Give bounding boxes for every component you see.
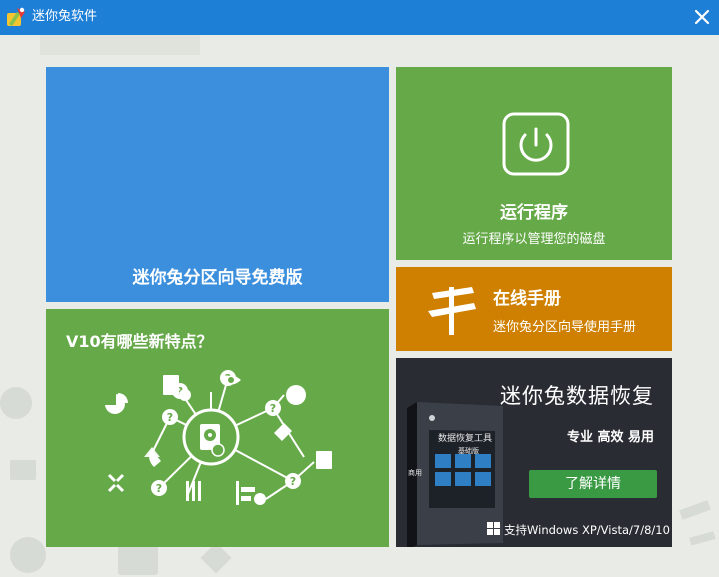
svg-text:?: ?	[270, 402, 276, 415]
app-window: 迷你兔软件 迷你兔分区向导免费版 V10有哪些新特点？ ? ? ? ? ? 运行…	[0, 0, 719, 577]
svg-text:?: ?	[290, 475, 296, 488]
pie-small-icon	[286, 385, 306, 405]
close-icon	[694, 9, 710, 25]
partition-wizard-title: 迷你兔分区向导免费版	[132, 268, 303, 288]
run-program-subtitle: 运行程序以管理您的磁盘	[462, 232, 606, 247]
signpost-icon	[428, 287, 476, 335]
app-logo-icon	[7, 7, 25, 26]
power-icon	[502, 112, 570, 176]
box-edition: 基础版	[458, 447, 479, 455]
box-side-label: 商用	[408, 469, 422, 477]
close-button[interactable]	[685, 0, 719, 35]
partition-wizard-tile[interactable]: 迷你兔分区向导免费版	[46, 67, 389, 302]
windows-logo-icon	[487, 522, 500, 535]
document-icon	[163, 375, 179, 395]
window-title: 迷你兔软件	[32, 9, 98, 24]
online-manual-title: 在线手册	[493, 289, 561, 309]
os-support-text: 支持Windows XP/Vista/7/8/10	[504, 523, 670, 537]
shrink-icon	[107, 473, 125, 493]
new-features-tile[interactable]: V10有哪些新特点？ ? ? ? ? ?	[46, 309, 389, 547]
run-program-tile[interactable]: 运行程序 运行程序以管理您的磁盘	[396, 67, 672, 260]
card-icon	[316, 451, 332, 469]
gantt-icon	[236, 481, 239, 505]
online-manual-subtitle: 迷你兔分区向导使用手册	[493, 320, 637, 335]
svg-text:?: ?	[167, 411, 173, 424]
run-program-title: 运行程序	[500, 203, 568, 223]
learn-more-button[interactable]: 了解详情	[529, 470, 657, 498]
sliders-icon	[186, 481, 189, 501]
box-label: 数据恢复工具	[438, 434, 493, 444]
promo-title: 迷你兔数据恢复	[500, 384, 654, 408]
promo-tags: 专业 高效 易用	[567, 430, 655, 445]
feature-diagram: ?? ?? ??	[105, 370, 332, 505]
svg-text:?: ?	[156, 482, 162, 495]
tag-icon	[274, 423, 292, 441]
title-bar: 迷你兔软件	[0, 0, 719, 35]
data-recovery-promo[interactable]: 数据恢复工具 基础版 商用 迷你兔数据恢复 专业 高效 易用 了解详情 支持Wi…	[396, 358, 672, 547]
online-manual-tile[interactable]: 在线手册 迷你兔分区向导使用手册	[396, 267, 672, 351]
